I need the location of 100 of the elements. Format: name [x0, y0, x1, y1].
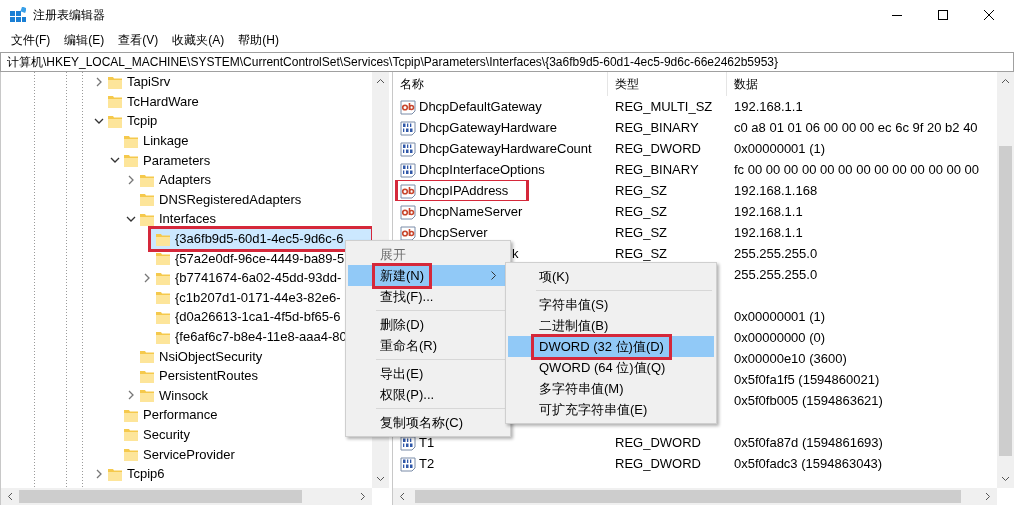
value-type: REG_BINARY: [615, 120, 699, 135]
value-name[interactable]: DhcpInterfaceOptions: [398, 160, 548, 179]
value-data: 0x00000001 (1): [734, 141, 826, 156]
column-header[interactable]: 名称: [393, 72, 608, 96]
string-value-icon: [400, 98, 416, 115]
tree-item[interactable]: TcHardWare: [107, 91, 372, 111]
regedit-icon: [10, 7, 26, 23]
menu-item[interactable]: 多字符串值(M): [508, 378, 714, 399]
value-data: 255.255.255.0: [734, 246, 818, 261]
chevron-down-icon: [376, 476, 385, 482]
value-data: 192.168.1.1: [734, 99, 803, 114]
menu-item[interactable]: 帮助(H): [231, 31, 286, 49]
value-data: c0 a8 01 01 06 00 00 00 ec 6c 9f 20 b2 40: [734, 120, 978, 135]
folder-icon: [155, 289, 171, 306]
value-name[interactable]: T2: [398, 454, 438, 473]
chevron-down-icon[interactable]: [125, 214, 136, 223]
folder-icon: [139, 348, 155, 365]
chevron-right-icon: [985, 492, 991, 501]
binary-value-icon: [400, 161, 416, 178]
chevron-up-icon: [1001, 78, 1010, 84]
menu-item[interactable]: DWORD (32 位)值(D): [508, 336, 714, 357]
menu-item[interactable]: 字符串值(S): [508, 294, 714, 315]
string-value-icon: [400, 224, 416, 241]
menu-item[interactable]: 文件(F): [4, 31, 58, 49]
value-name[interactable]: DhcpIPAddress: [398, 181, 527, 200]
value-data: 0x00000001 (1): [734, 309, 826, 324]
chevron-down-icon[interactable]: [93, 117, 104, 125]
chevron-right-icon[interactable]: [126, 390, 135, 401]
scroll-thumb[interactable]: [415, 490, 961, 503]
binary-value-icon: [400, 119, 416, 136]
chevron-down-icon[interactable]: [109, 156, 120, 165]
maximize-icon: [938, 10, 948, 20]
scrollbar[interactable]: [393, 488, 997, 505]
value-type: REG_MULTI_SZ: [615, 99, 713, 114]
tree-item[interactable]: Adapters: [139, 170, 372, 190]
folder-icon: [123, 426, 139, 443]
tree-item[interactable]: {3a6fb9d5-60d1-4ec5-9d6c-6: [150, 227, 372, 250]
chevron-right-icon[interactable]: [94, 76, 103, 87]
column-header[interactable]: 类型: [608, 72, 727, 96]
value-data: 192.168.1.1: [734, 225, 803, 240]
value-type: REG_SZ: [615, 246, 667, 261]
chevron-right-icon[interactable]: [142, 272, 151, 283]
binary-value-icon: [400, 455, 416, 472]
close-icon: [984, 10, 994, 20]
value-name[interactable]: DhcpNameServer: [398, 202, 526, 221]
chevron-right-icon[interactable]: [126, 174, 135, 185]
tree-item[interactable]: Linkage: [123, 131, 372, 151]
value-type: REG_DWORD: [615, 456, 701, 471]
menu-item[interactable]: 新建(N): [348, 265, 508, 286]
menu-item[interactable]: QWORD (64 位)值(Q): [508, 357, 714, 378]
folder-icon: [139, 387, 155, 404]
value-data: 0x5f0fa87d (1594861693): [734, 435, 883, 450]
value-name: k: [512, 246, 519, 261]
string-value-icon: [400, 203, 416, 220]
folder-icon: [107, 113, 123, 129]
chevron-right-icon: [360, 492, 366, 501]
chevron-down-icon: [1001, 476, 1010, 482]
value-type: REG_DWORD: [615, 141, 701, 156]
binary-value-icon: [400, 140, 416, 157]
tree-item[interactable]: Interfaces: [139, 209, 372, 229]
column-header[interactable]: 数据: [727, 72, 997, 96]
tree-item[interactable]: TapiSrv: [107, 72, 372, 92]
menu-item[interactable]: 可扩充字符串值(E): [508, 399, 714, 420]
folder-icon: [123, 152, 139, 169]
value-name[interactable]: DhcpServer: [398, 223, 491, 242]
value-type: REG_SZ: [615, 183, 667, 198]
chevron-left-icon: [7, 492, 13, 501]
value-data: 192.168.1.168: [734, 183, 818, 198]
value-data: 0x5f0fadc3 (1594863043): [734, 456, 883, 471]
folder-icon: [155, 250, 171, 267]
chevron-left-icon: [399, 492, 405, 501]
address-field[interactable]: 计算机\HKEY_LOCAL_MACHINE\SYSTEM\CurrentControlSet\Services\Tcpip\Parameters\Interfaces\{3a6fb9d5-60d1-4ec5-9d6c-66e2462b5953}: [0, 52, 1014, 72]
menu-item[interactable]: 编辑(E): [57, 31, 112, 49]
tree-item[interactable]: Parameters: [123, 150, 372, 170]
tree-item[interactable]: Tcpip6: [107, 464, 372, 484]
value-name[interactable]: DhcpDefaultGateway: [398, 97, 545, 116]
value-data: 192.168.1.1: [734, 204, 803, 219]
scrollbar[interactable]: [1, 488, 372, 505]
value-data: 0x00000e10 (3600): [734, 351, 847, 366]
chevron-right-icon[interactable]: [94, 468, 103, 479]
menu-item[interactable]: 收藏夹(A): [165, 31, 232, 49]
folder-icon: [139, 191, 155, 208]
tree-item[interactable]: Tcpip: [107, 111, 372, 131]
value-data: 0x5f0fb005 (1594863621): [734, 393, 883, 408]
value-data: fc 00 00 00 00 00 00 00 00 00 00 00 00 00: [734, 162, 980, 177]
value-name[interactable]: DhcpGatewayHardwareCount: [398, 139, 595, 158]
value-data: 0x5f0fa1f5 (1594860021): [734, 372, 880, 387]
scrollbar[interactable]: [997, 72, 1014, 488]
folder-icon: [107, 93, 123, 110]
scroll-thumb[interactable]: [19, 490, 302, 503]
menu-item[interactable]: 二进制值(B): [508, 315, 714, 336]
scroll-thumb[interactable]: [999, 146, 1012, 456]
chevron-up-icon: [376, 78, 385, 84]
menu-item[interactable]: 查看(V): [111, 31, 166, 49]
menu-item[interactable]: 项(K): [508, 266, 714, 287]
window-title: 注册表编辑器: [33, 6, 106, 24]
tree-item[interactable]: DNSRegisteredAdapters: [139, 189, 372, 209]
value-name[interactable]: DhcpGatewayHardware: [398, 118, 560, 137]
value-type: REG_SZ: [615, 225, 667, 240]
tree-item[interactable]: ServiceProvider: [123, 444, 372, 464]
